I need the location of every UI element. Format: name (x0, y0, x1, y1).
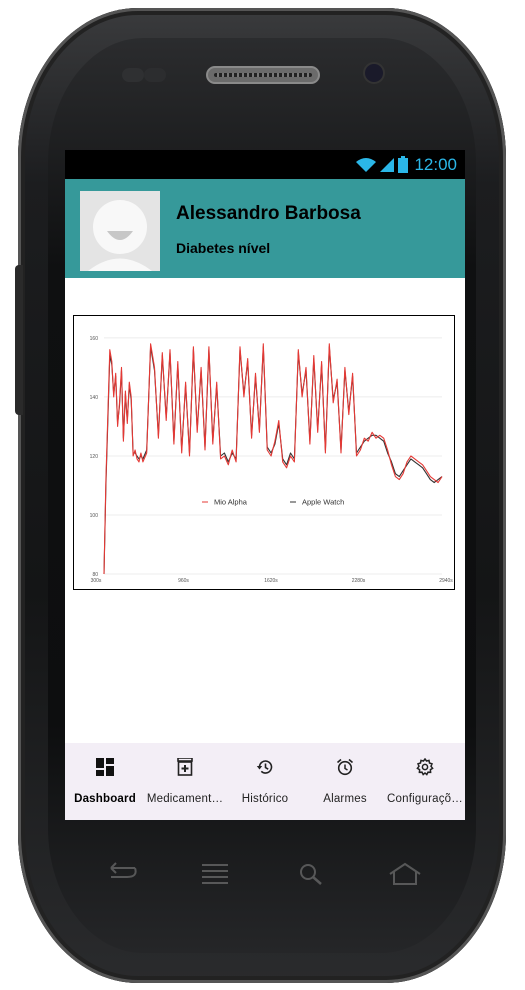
nav-item-dashboard[interactable]: Dashboard (65, 743, 145, 820)
home-key-icon[interactable] (388, 862, 422, 886)
status-bar: 12:00 (65, 150, 465, 179)
hardware-keys (90, 862, 450, 892)
y-tick-label: 140 (90, 395, 99, 401)
glucose-chart: 80 100 120 140 160 300s 960s 1620s 2280s 2940s Mio… (73, 315, 455, 590)
nav-label-alarmes: Alarmes (323, 793, 367, 805)
profile-header: Alessandro Barbosa Diabetes nível (65, 179, 465, 278)
dashboard-icon (95, 757, 115, 777)
chart-canvas: 80100120140160300s 960s 1620s 2280s 2940sMio… (90, 336, 454, 584)
nav-label-dashboard: Dashboard (74, 793, 136, 805)
history-icon (255, 757, 275, 777)
back-key-icon[interactable] (105, 862, 139, 882)
series-line-mio-alpha (103, 343, 443, 575)
nav-label-medicamentos: Medicament… (146, 793, 224, 805)
status-icons (356, 156, 409, 173)
medication-icon (175, 757, 195, 777)
nav-item-medicamentos[interactable]: Medicament… (145, 743, 225, 820)
bottom-navigation: Dashboard Medicament… Histórico Alarmes … (65, 743, 465, 820)
y-tick-label: 160 (90, 336, 99, 342)
legend-label: Apple Watch (302, 498, 344, 507)
menu-key-icon[interactable] (200, 862, 230, 886)
app-screen: 12:00 Alessandro Barbosa Diabetes nível … (65, 150, 465, 820)
wifi-icon (356, 157, 377, 172)
x-tick-label: 2280s (352, 578, 366, 584)
alarm-icon (335, 757, 355, 777)
user-condition: Diabetes nível (176, 240, 271, 256)
y-tick-label: 120 (90, 454, 99, 460)
legend-label: Mio Alpha (214, 498, 248, 507)
x-tick-label: 300s (91, 578, 102, 584)
volume-button (15, 265, 23, 415)
front-camera (363, 62, 385, 84)
nav-item-configuracoes[interactable]: Configuraçõ… (385, 743, 465, 820)
proximity-sensor (122, 68, 144, 82)
x-tick-label: 1620s (264, 578, 278, 584)
avatar[interactable] (80, 191, 160, 271)
nav-item-historico[interactable]: Histórico (225, 743, 305, 820)
settings-icon (415, 757, 435, 777)
light-sensor (144, 68, 166, 82)
avatar-placeholder-icon (80, 191, 160, 271)
status-time: 12:00 (414, 154, 457, 174)
nav-label-historico: Histórico (241, 793, 289, 805)
signal-icon (380, 157, 395, 172)
nav-item-alarmes[interactable]: Alarmes (305, 743, 385, 820)
search-key-icon[interactable] (298, 862, 324, 886)
user-name: Alessandro Barbosa (176, 203, 361, 224)
y-tick-label: 100 (90, 513, 99, 519)
x-tick-label: 960s (178, 578, 189, 584)
x-tick-label: 2940s (439, 578, 453, 584)
nav-label-configuracoes: Configuraçõ… (387, 793, 463, 805)
battery-icon (398, 156, 409, 173)
earpiece-speaker (206, 66, 320, 84)
